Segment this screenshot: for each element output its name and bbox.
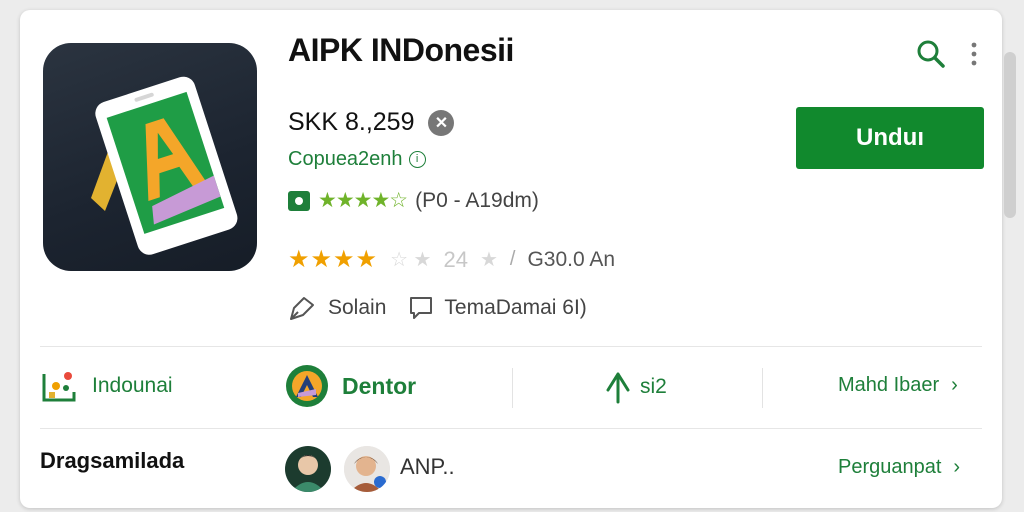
chevron-right-icon: › (953, 456, 961, 478)
avatar-label: ANP.. (400, 454, 455, 479)
avatar[interactable] (344, 446, 390, 492)
divider (40, 428, 982, 429)
stat-item-size[interactable]: si2 (604, 370, 667, 404)
app-detail-card: AIPK INDonesii SKK 8.,259 ✕ Copuea2enh i… (20, 10, 1002, 508)
share-label: Solain (328, 296, 387, 319)
see-more-link[interactable]: Perguanpat › (838, 456, 960, 479)
vertical-divider (762, 368, 763, 408)
share-icon (290, 297, 314, 320)
chevron-right-icon: › (951, 374, 958, 396)
content-rating-badge (288, 190, 310, 211)
scrollbar[interactable] (1004, 52, 1016, 218)
more-options-button[interactable] (966, 38, 982, 70)
avatar-image (285, 446, 331, 492)
developer-link[interactable]: Copuea2enh i (288, 148, 426, 171)
comment-icon (410, 297, 433, 319)
review-count: (P0 - A19dm) (415, 188, 539, 212)
orange-star-rating: ★★★★ (288, 246, 379, 273)
close-icon[interactable]: ✕ (428, 109, 455, 136)
share-button[interactable]: Solain (288, 294, 386, 322)
stat-item-indounai[interactable]: Indounai (40, 366, 173, 406)
see-more-label: Perguanpat (838, 456, 942, 478)
empty-star-icon: ★ (479, 249, 498, 271)
stat-label-dentor: Dentor (342, 372, 417, 399)
app-price: SKK 8.,259 (288, 108, 415, 136)
app-title: AIPK INDonesii (288, 32, 514, 68)
stat-label-indounai: Indounai (92, 374, 173, 397)
action-row: Solain TemaDamai 6I) (288, 294, 587, 322)
section-title: Dragsamilada (40, 448, 185, 473)
separator: / (509, 248, 516, 270)
more-vert-icon (971, 42, 977, 66)
price-row: SKK 8.,259 ✕ (288, 108, 455, 137)
stat-label-size: si2 (640, 375, 667, 398)
rating-detail-row: ★★★★ ☆ ★ 24 ★ / G30.0 An (288, 245, 615, 274)
search-button[interactable] (915, 38, 947, 70)
rating-summary: ★★★★☆ (P0 - A19dm) (288, 188, 539, 213)
comment-label: TemaDamai 6I) (444, 296, 587, 319)
category-icon (42, 372, 76, 402)
comment-button[interactable]: TemaDamai 6I) (408, 294, 587, 322)
app-icon (43, 43, 257, 271)
download-count: G30.0 An (527, 247, 616, 271)
avatar[interactable] (285, 446, 331, 492)
green-star-rating: ★★★★☆ (318, 189, 408, 212)
developer-name: Copuea2enh (288, 148, 403, 170)
rating-faint-number: 24 (443, 246, 468, 272)
empty-star-icon: ☆ ★ (390, 249, 432, 271)
arrow-icon (606, 372, 630, 404)
more-info-link[interactable]: Mahd Ibaer › (838, 374, 958, 397)
developer-logo-icon (286, 365, 328, 407)
install-button[interactable]: Unduı (796, 107, 984, 169)
vertical-divider (512, 368, 513, 408)
stat-item-dentor[interactable]: Dentor (284, 363, 416, 409)
avatar-image (344, 446, 390, 492)
search-icon (917, 40, 945, 68)
more-info-label: Mahd Ibaer (838, 374, 940, 396)
info-icon: i (408, 151, 426, 168)
divider (40, 346, 982, 347)
